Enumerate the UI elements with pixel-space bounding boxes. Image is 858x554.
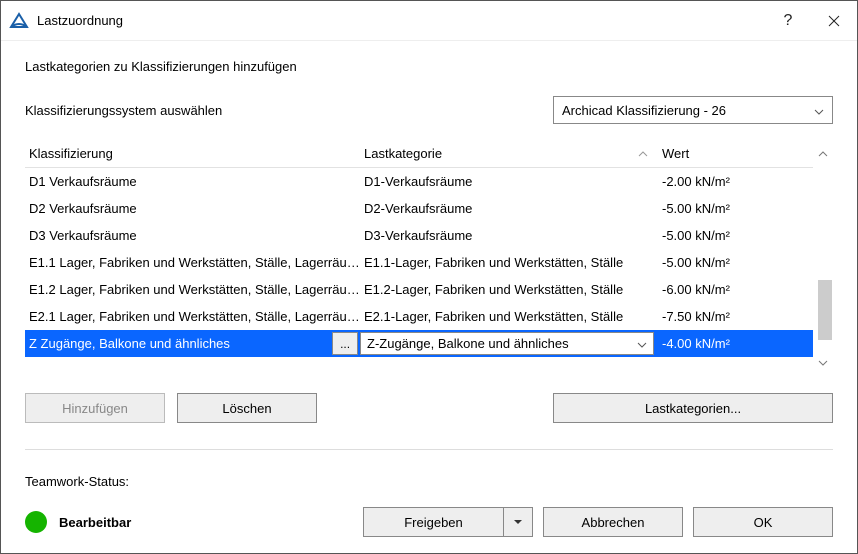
chevron-down-icon [637,336,647,351]
status-dot-icon [25,511,47,533]
cancel-button[interactable]: Abbrechen [543,507,683,537]
th-kat[interactable]: Lastkategorie [360,140,658,167]
content: Lastkategorien zu Klassifizierungen hinz… [1,41,857,462]
close-icon [828,15,840,27]
action-buttons: Hinzufügen Löschen Lastkategorien... [25,393,833,423]
table-row[interactable]: E1.1 Lager, Fabriken und Werkstätten, St… [25,249,813,276]
heading-text: Lastkategorien zu Klassifizierungen hinz… [25,59,833,74]
table-body: D1 Verkaufsräume D1-Verkaufsräume -2.00 … [25,168,813,357]
table-scrollbar[interactable] [813,140,833,377]
classification-select[interactable]: Archicad Klassifizierung - 26 [553,96,833,124]
window-title: Lastzuordnung [37,13,765,28]
dialog-lastzuordnung: Lastzuordnung ? Lastkategorien zu Klassi… [0,0,858,554]
scroll-down-icon[interactable] [813,353,833,373]
th-wert[interactable]: Wert [658,140,813,167]
table-area: Klassifizierung Lastkategorie Wert D1 Ve… [25,140,833,377]
footer: Teamwork-Status: Bearbeitbar Freigeben A… [1,462,857,553]
browse-classification-button[interactable]: ... [332,332,358,355]
teamwork-label: Teamwork-Status: [25,474,833,489]
sort-asc-icon [638,151,648,157]
release-split-button: Freigeben [363,507,533,537]
ok-button[interactable]: OK [693,507,833,537]
app-icon [9,11,29,31]
scroll-thumb[interactable] [818,280,832,340]
add-button: Hinzufügen [25,393,165,423]
titlebar: Lastzuordnung ? [1,1,857,41]
classification-label: Klassifizierungssystem auswählen [25,103,553,118]
table-row[interactable]: D3 Verkaufsräume D3-Verkaufsräume -5.00 … [25,222,813,249]
table-row[interactable]: E2.1 Lager, Fabriken und Werkstätten, St… [25,303,813,330]
classification-select-value: Archicad Klassifizierung - 26 [562,103,726,118]
close-button[interactable] [811,1,857,41]
separator [25,449,833,450]
help-button[interactable]: ? [765,1,811,41]
classification-row: Klassifizierungssystem auswählen Archica… [25,96,833,124]
assignments-table: Klassifizierung Lastkategorie Wert D1 Ve… [25,140,813,377]
delete-button[interactable]: Löschen [177,393,317,423]
loadcategory-select[interactable]: Z-Zugänge, Balkone und ähnliches [360,332,654,355]
table-row[interactable]: D1 Verkaufsräume D1-Verkaufsräume -2.00 … [25,168,813,195]
footer-row: Bearbeitbar Freigeben Abbrechen OK [25,507,833,537]
caret-down-icon [513,519,523,525]
chevron-down-icon [814,103,824,118]
table-row-selected[interactable]: Z Zugänge, Balkone und ähnliches ... Z-Z… [25,330,813,357]
loadcategories-button[interactable]: Lastkategorien... [553,393,833,423]
th-klass[interactable]: Klassifizierung [25,140,360,167]
table-header: Klassifizierung Lastkategorie Wert [25,140,813,168]
table-row[interactable]: E1.2 Lager, Fabriken und Werkstätten, St… [25,276,813,303]
release-dropdown[interactable] [503,507,533,537]
scroll-up-icon[interactable] [813,144,833,164]
release-button[interactable]: Freigeben [363,507,503,537]
teamwork-status: Bearbeitbar [59,515,131,530]
table-row[interactable]: D2 Verkaufsräume D2-Verkaufsräume -5.00 … [25,195,813,222]
